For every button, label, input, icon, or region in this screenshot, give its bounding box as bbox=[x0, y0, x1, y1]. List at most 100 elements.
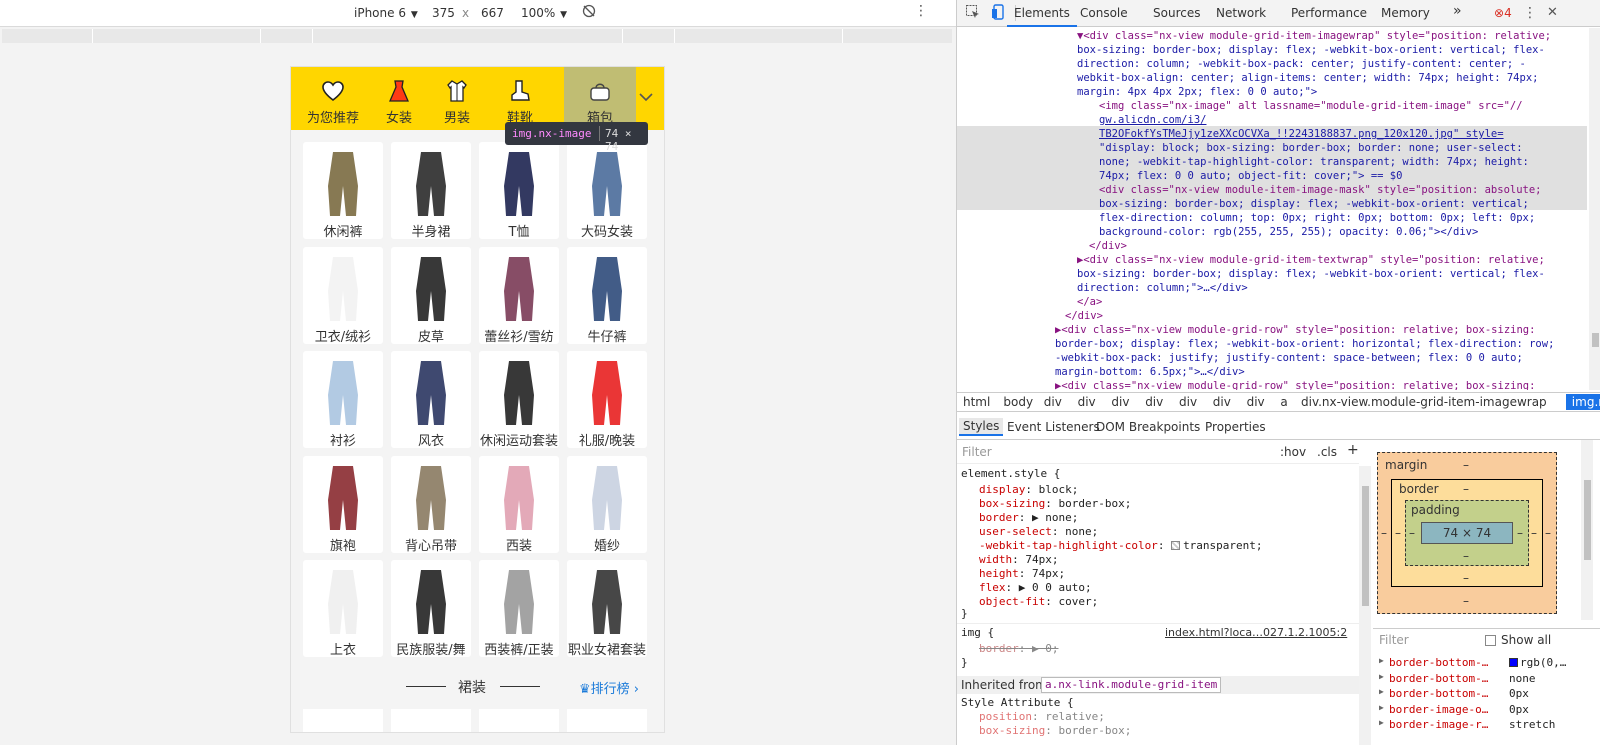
box-model-content[interactable]: 74 × 74 bbox=[1421, 522, 1513, 544]
padding-right-value[interactable]: – bbox=[1517, 526, 1523, 540]
grid-item[interactable]: 蕾丝衫/雪纺 bbox=[479, 246, 559, 345]
style-property[interactable]: object-fit: cover; bbox=[979, 595, 1098, 609]
more-options-icon[interactable]: ⋮ bbox=[1523, 5, 1537, 21]
margin-left-value[interactable]: – bbox=[1381, 526, 1387, 540]
styles-filter-input[interactable]: Filter bbox=[962, 445, 992, 459]
dom-node-line[interactable]: border-box; display: flex; -webkit-box-o… bbox=[1055, 337, 1554, 351]
grid-item[interactable]: T恤 bbox=[479, 142, 559, 240]
breadcrumb-item[interactable]: a bbox=[1280, 395, 1287, 409]
tab-properties[interactable]: Properties bbox=[1205, 420, 1266, 434]
dom-node-line[interactable]: direction: column; -webkit-box-pack: cen… bbox=[1077, 57, 1526, 71]
margin-top-value[interactable]: – bbox=[1463, 458, 1469, 472]
grid-item[interactable]: 皮草 bbox=[391, 246, 471, 345]
styles-scrollbar[interactable] bbox=[1359, 466, 1371, 745]
style-property[interactable]: display: block; bbox=[979, 483, 1078, 497]
expand-icon[interactable]: ▶ bbox=[1379, 656, 1384, 665]
dom-node-line[interactable]: -webkit-box-pack: justify; justify-conte… bbox=[1055, 351, 1523, 365]
grid-item[interactable]: 大码女装 bbox=[567, 142, 647, 240]
dom-node-line[interactable]: ▼<div class="nx-view module-grid-item-im… bbox=[1077, 29, 1551, 43]
dom-node-line[interactable]: </div> bbox=[1065, 309, 1103, 323]
grid-item[interactable]: 职业女裙套装 bbox=[567, 560, 647, 658]
tab-console[interactable]: Console bbox=[1080, 6, 1128, 20]
grid-item[interactable]: 牛仔裤 bbox=[567, 246, 647, 345]
dom-node-line[interactable]: "display: block; box-sizing: border-box;… bbox=[1099, 141, 1523, 155]
height-field[interactable]: 667 bbox=[481, 6, 504, 20]
dom-node-line[interactable]: margin: 4px 4px 2px; flex: 0 0 auto;"> bbox=[1077, 85, 1317, 99]
style-property[interactable]: width: 74px; bbox=[979, 553, 1059, 567]
zoom-select[interactable]: 100% ▼ bbox=[521, 6, 567, 20]
dom-node-line[interactable]: ▶<div class="nx-view module-grid-item-te… bbox=[1077, 253, 1545, 267]
dom-node-line[interactable]: </a> bbox=[1077, 295, 1102, 309]
dom-node-line[interactable]: gw.alicdn.com/i3/ bbox=[1099, 113, 1206, 127]
style-property[interactable]: flex: ▶ 0 0 auto; bbox=[979, 581, 1092, 595]
border-bottom-value[interactable]: – bbox=[1463, 571, 1469, 585]
tab-network[interactable]: Network bbox=[1216, 6, 1266, 20]
computed-property-row[interactable]: ▶ border-image-o… 0px bbox=[1373, 703, 1600, 718]
dom-tree[interactable]: ▼<div class="nx-view module-grid-item-im… bbox=[957, 28, 1587, 390]
grid-item[interactable]: 风衣 bbox=[391, 351, 471, 449]
tab-memory[interactable]: Memory bbox=[1381, 6, 1430, 20]
show-all-checkbox[interactable] bbox=[1485, 635, 1496, 646]
next-row-cell[interactable] bbox=[391, 709, 471, 732]
category-shoes[interactable]: 鞋靴 bbox=[494, 67, 546, 130]
breadcrumb-item[interactable]: div bbox=[1145, 395, 1163, 409]
grid-item[interactable]: 休闲运动套装 bbox=[479, 351, 559, 449]
dom-tree-scrollbar[interactable] bbox=[1589, 28, 1600, 390]
breadcrumb-item[interactable]: html bbox=[963, 395, 990, 409]
border-left-value[interactable]: – bbox=[1395, 526, 1401, 540]
dom-node-line[interactable]: none; -webkit-tap-highlight-color: trans… bbox=[1099, 155, 1529, 169]
grid-item[interactable]: 卫衣/绒衫 bbox=[303, 246, 383, 345]
rotate-icon[interactable] bbox=[582, 4, 596, 21]
computed-property-row[interactable]: ▶ border-bottom-… rgb(0,… bbox=[1373, 656, 1600, 671]
grid-item[interactable]: 旗袍 bbox=[303, 455, 383, 554]
box-model-scrollbar[interactable] bbox=[1581, 440, 1593, 620]
category-women[interactable]: 女装 bbox=[373, 67, 425, 130]
style-property[interactable]: height: 74px; bbox=[979, 567, 1065, 581]
padding-left-value[interactable]: – bbox=[1409, 526, 1415, 540]
style-attribute-property[interactable]: position: relative; bbox=[979, 710, 1105, 724]
margin-bottom-value[interactable]: – bbox=[1463, 594, 1469, 608]
error-badge[interactable]: ⊗4 bbox=[1494, 6, 1512, 20]
category-bags[interactable]: 箱包 bbox=[564, 67, 636, 130]
style-property[interactable]: box-sizing: border-box; bbox=[979, 497, 1131, 511]
breadcrumb-item[interactable]: div bbox=[1247, 395, 1265, 409]
class-toggle[interactable]: .cls bbox=[1317, 445, 1337, 459]
expand-icon[interactable]: ▶ bbox=[1379, 672, 1384, 681]
style-property[interactable]: border: ▶ none; bbox=[979, 511, 1078, 525]
computed-property-row[interactable]: ▶ border-bottom-… 0px bbox=[1373, 687, 1600, 702]
breadcrumb-item[interactable]: img.nx-image bbox=[1565, 394, 1600, 410]
hover-state-toggle[interactable]: :hov bbox=[1280, 445, 1306, 459]
add-rule-icon[interactable]: + bbox=[1347, 443, 1359, 457]
breadcrumb-item[interactable]: div.nx-view.module-grid-item-imagewrap bbox=[1301, 395, 1547, 409]
inspect-icon[interactable] bbox=[965, 4, 981, 23]
close-icon[interactable]: ✕ bbox=[1547, 5, 1558, 20]
computed-property-row[interactable]: ▶ border-bottom-… none bbox=[1373, 672, 1600, 687]
style-property[interactable]: user-select: none; bbox=[979, 525, 1098, 539]
grid-item[interactable]: 西装 bbox=[479, 455, 559, 554]
more-tabs-icon[interactable]: » bbox=[1453, 3, 1462, 19]
tab-event-listeners[interactable]: Event Listeners bbox=[1007, 420, 1100, 434]
dom-node-line[interactable]: ▶<div class="nx-view module-grid-row" st… bbox=[1055, 379, 1535, 390]
category-men[interactable]: 男装 bbox=[431, 67, 483, 130]
expand-icon[interactable]: ▶ bbox=[1379, 718, 1384, 727]
more-options-icon[interactable]: ⋮ bbox=[914, 3, 928, 19]
width-field[interactable]: 375 bbox=[432, 6, 455, 20]
next-row-cell[interactable] bbox=[479, 709, 559, 732]
grid-item[interactable]: 半身裙 bbox=[391, 142, 471, 240]
grid-item[interactable]: 婚纱 bbox=[567, 455, 647, 554]
tab-sources[interactable]: Sources bbox=[1153, 6, 1200, 20]
grid-item[interactable]: 背心吊带 bbox=[391, 455, 471, 554]
dom-node-line[interactable]: background-color: rgb(255, 255, 255); op… bbox=[1099, 225, 1478, 239]
device-select[interactable]: iPhone 6 ▼ bbox=[354, 6, 418, 20]
border-top-value[interactable]: – bbox=[1463, 482, 1469, 496]
expand-icon[interactable]: ▶ bbox=[1379, 687, 1384, 696]
chevron-down-icon[interactable] bbox=[636, 87, 656, 107]
grid-item[interactable]: 民族服装/舞 bbox=[391, 560, 471, 658]
ranking-link[interactable]: ♛排行榜 › bbox=[579, 678, 639, 697]
tab-dom-breakpoints[interactable]: DOM Breakpoints bbox=[1096, 420, 1200, 434]
dom-node-line[interactable]: box-sizing: border-box; display: flex; -… bbox=[1099, 197, 1529, 211]
tab-elements[interactable]: Elements bbox=[1014, 6, 1070, 20]
dom-node-line[interactable]: box-sizing: border-box; display: flex; -… bbox=[1077, 267, 1545, 281]
tab-styles[interactable]: Styles bbox=[959, 418, 1004, 436]
grid-item[interactable]: 衬衫 bbox=[303, 351, 383, 449]
